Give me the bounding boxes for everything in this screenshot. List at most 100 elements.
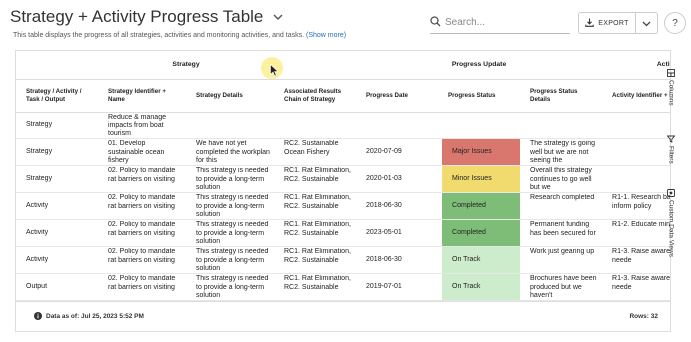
table-cell-date: 2020-01-03 [356,165,439,194]
table-cell-type: Activity [16,192,98,221]
side-panel-rail: Columns Filters Custom Data Views [666,68,682,268]
data-timestamp: Data as of: Jul 25, 2023 5:52 PM [34,311,144,322]
custom-views-tab-label: Custom Data Views [667,200,675,257]
export-options-button[interactable] [636,12,658,34]
table-cell-status: Major Issues [438,138,521,167]
cell-text: Activity [26,229,49,237]
download-icon [585,18,595,29]
page-title: Strategy + Activity Progress Table [10,7,264,26]
table-row[interactable]: Strategy 01. Develop sustainable ocean fi… [16,138,670,167]
cell-text: This strategy is needed to provide a lon… [196,167,269,191]
column-header[interactable]: Progress Date [356,79,439,113]
table-cell-date: 2018-06-30 [356,246,439,275]
column-header[interactable]: Activity Identifier + Name [602,79,670,113]
cell-text: Research completed [530,194,595,202]
cell-text: 02. Policy to mandate rat barriers on vi… [108,167,176,183]
table-row[interactable]: Output 02. Policy to mandate rat barriers… [16,273,670,301]
chevron-down-icon [642,14,651,32]
filters-panel-tab[interactable]: Filters [666,134,680,164]
table-cell-date: 2018-06-30 [356,192,439,221]
cell-text: This strategy is needed to provide a lon… [196,221,269,245]
table-cell-type: Activity [16,219,98,248]
cell-text: We have not yet completed the workplan f… [196,140,270,164]
table-scroll-area[interactable]: Strategy Progress Update Activity Strate… [16,51,670,301]
table-footer: Data as of: Jul 25, 2023 5:52 PM Rows: 3… [16,301,670,331]
status-badge: Completed [442,220,521,246]
table-cell-identifier: 02. Policy to mandate rat barriers on vi… [98,246,186,275]
search-box[interactable] [430,12,570,34]
column-header[interactable]: Associated Results Chain of Strategy [274,79,357,113]
table-cell-details: We have not yet completed the workplan f… [186,138,274,167]
data-as-of-text: Data as of: Jul 25, 2023 5:52 PM [46,313,144,320]
table-cell-status: Completed [438,219,521,248]
status-badge: Minor Issues [442,166,521,192]
column-header[interactable]: Progress Status [438,79,521,113]
table-cell-details: This strategy is needed to provide a lon… [186,192,274,221]
cell-text: 2020-01-03 [366,175,402,183]
columns-panel-tab[interactable]: Columns [666,68,680,106]
table-row[interactable]: Activity 02. Policy to mandate rat barrie… [16,246,670,275]
table-cell-activity [602,165,670,194]
cell-text: 02. Policy to mandate rat barriers on vi… [108,248,176,264]
table-cell-type: Strategy [16,112,98,140]
column-header[interactable]: Strategy / Activity / Task / Output [16,79,98,113]
table-cell-chain: RC1. Rat Elimination, RC2. Sustainable [274,219,357,248]
table-row[interactable]: Activity 02. Policy to mandate rat barrie… [16,219,670,248]
table-cell-chain: RC1. Rat Elimination, RC2. Sustainable [274,192,357,221]
table-row[interactable]: Strategy 02. Policy to mandate rat barrie… [16,165,670,194]
table-cell-identifier: 01. Develop sustainable ocean fishery [98,138,186,167]
column-header[interactable]: Strategy Details [186,79,274,113]
cell-text: The strategy is going well but we are no… [530,140,595,164]
table-cell-date: 2019-07-01 [356,273,439,301]
column-group-row: Strategy Progress Update Activity [16,51,670,80]
table-cell-status-details: Brochures have been produced but we have… [520,273,603,301]
table-cell-status [438,112,521,140]
status-badge: Major Issues [442,139,521,165]
cell-text: Overall this strategy continues to go we… [530,167,592,191]
cell-text: 2023-05-01 [366,229,402,237]
custom-views-panel-tab[interactable]: Custom Data Views [666,188,680,257]
cell-text: 2020-07-09 [366,148,402,156]
export-button[interactable]: EXPORT [578,12,636,34]
table-row[interactable]: Activity 02. Policy to mandate rat barrie… [16,192,670,221]
filter-icon [666,134,676,144]
show-more-link[interactable]: (Show more) [306,32,346,39]
status-badge: Completed [442,193,521,219]
cell-text: RC1. Rat Elimination, RC2. Sustainable [284,275,351,291]
status-badge: On Track [442,247,521,273]
table-cell-status: Minor Issues [438,165,521,194]
cell-text: RC1. Rat Elimination, RC2. Sustainable [284,167,351,183]
table-cell-status-details [520,112,603,140]
cell-text: Strategy [26,175,53,183]
table-cell-type: Activity [16,246,98,275]
table-cell-date: 2020-07-09 [356,138,439,167]
table-cell-status-details: Overall this strategy continues to go we… [520,165,603,194]
column-header[interactable]: Strategy Identifier + Name [98,79,186,113]
table-cell-status-details: The strategy is going well but we are no… [520,138,603,167]
cell-text: R1-3. Raise awareness with tourists (if … [612,248,670,264]
page-description: This table displays the progress of all … [13,32,346,39]
column-header[interactable]: Progress Status Details [520,79,603,113]
status-badge: On Track [442,274,521,300]
cell-text: Work just gearing up [530,248,595,256]
chevron-down-icon[interactable] [271,10,285,24]
table-cell-identifier: 02. Policy to mandate rat barriers on vi… [98,165,186,194]
help-button[interactable]: ? [664,12,686,34]
description-text: This table displays the progress of all … [13,32,305,39]
filters-tab-label: Filters [667,146,675,164]
cell-text: RC1. Rat Elimination, RC2. Sustainable [284,221,351,237]
table-body: Strategy Reduce & manage impacts from boa… [16,112,670,301]
cell-text: This strategy is needed to provide a lon… [196,275,269,299]
table-cell-identifier: 02. Policy to mandate rat barriers on vi… [98,192,186,221]
mouse-pointer-icon [270,64,279,77]
table-row[interactable]: Strategy Reduce & manage impacts from boa… [16,112,670,140]
table-cell-details: This strategy is needed to provide a lon… [186,273,274,301]
search-input[interactable] [445,17,555,28]
group-header-strategy: Strategy [16,51,357,80]
title-row: Strategy + Activity Progress Table [10,7,285,27]
table-cell-chain: RC2. Sustainable Ocean Fishery [274,138,357,167]
table-cell-status-details: Work just gearing up [520,246,603,275]
group-header-progress: Progress Update [356,51,603,80]
cell-text: Strategy [26,121,53,129]
cell-text: RC1. Rat Elimination, RC2. Sustainable [284,194,351,210]
